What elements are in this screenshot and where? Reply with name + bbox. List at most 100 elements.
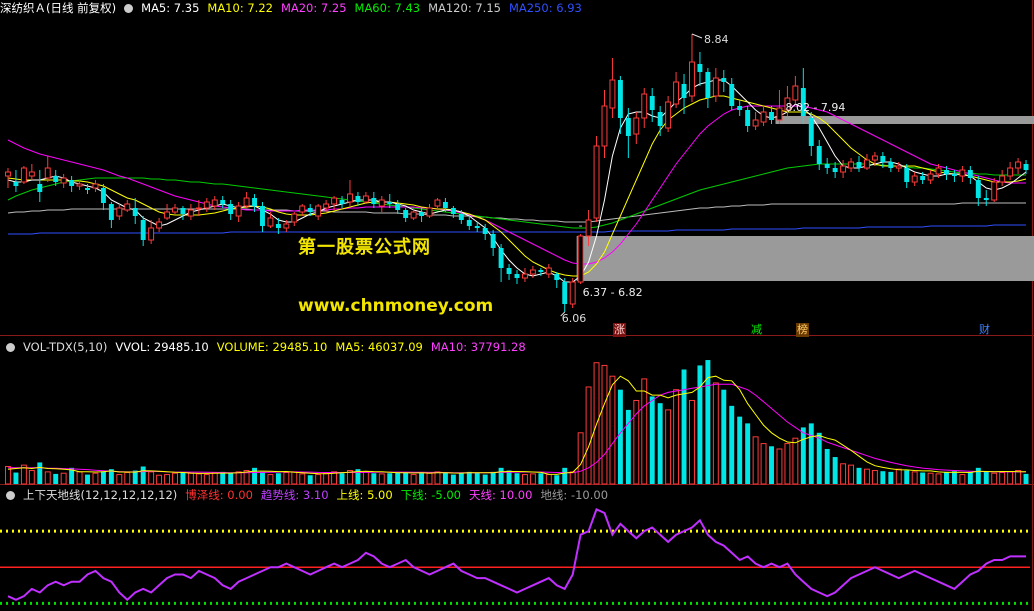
volume-bar[interactable] [856, 467, 862, 484]
volume-bar[interactable] [641, 378, 648, 485]
volume-bar[interactable] [760, 443, 767, 485]
candle-body[interactable] [195, 207, 202, 210]
candle-body[interactable] [832, 168, 838, 172]
candle-body[interactable] [100, 188, 106, 203]
volume-bar[interactable] [681, 369, 687, 484]
candle-body[interactable] [617, 80, 623, 118]
event-zhang[interactable]: 涨 [613, 323, 626, 337]
volume-settings-icon[interactable] [6, 343, 15, 352]
candle-body[interactable] [554, 274, 560, 280]
candle-body[interactable] [252, 198, 258, 206]
candle-body[interactable] [28, 171, 35, 177]
candle-body[interactable] [999, 175, 1006, 183]
candle-body[interactable] [760, 111, 767, 123]
candle-body[interactable] [69, 180, 75, 186]
volume-bar[interactable] [737, 416, 743, 484]
volume-bar[interactable] [967, 471, 973, 484]
candle-body[interactable] [641, 93, 648, 119]
volume-bar[interactable] [800, 427, 806, 484]
candle-body[interactable] [856, 162, 862, 168]
candle-body[interactable] [419, 212, 425, 216]
volume-bar[interactable] [721, 389, 727, 484]
volume-bar[interactable] [466, 471, 472, 484]
volume-bar[interactable] [1007, 471, 1014, 485]
volume-bar[interactable] [195, 473, 202, 485]
candle-body[interactable] [927, 173, 934, 181]
volume-bar[interactable] [156, 474, 163, 485]
candle-body[interactable] [220, 200, 226, 204]
volume-bar[interactable] [315, 474, 322, 485]
volume-bar[interactable] [521, 474, 528, 485]
volume-bar[interactable] [37, 462, 43, 484]
volume-bar[interactable] [824, 448, 830, 484]
candle-body[interactable] [267, 217, 274, 227]
candle-body[interactable] [673, 81, 680, 105]
volume-bar[interactable] [745, 423, 751, 484]
candle-body[interactable] [378, 199, 385, 207]
candle-body[interactable] [1023, 164, 1029, 170]
volume-bar[interactable] [792, 437, 799, 485]
candle-body[interactable] [498, 248, 504, 268]
candle-body[interactable] [983, 198, 989, 200]
candle-body[interactable] [737, 106, 743, 110]
candle-body[interactable] [85, 188, 90, 190]
candle-body[interactable] [967, 170, 973, 178]
candle-body[interactable] [745, 110, 751, 126]
volume-bar[interactable] [975, 467, 981, 484]
candle-body[interactable] [164, 211, 171, 219]
candle-body[interactable] [689, 61, 695, 97]
volume-bar[interactable] [808, 423, 814, 484]
volume-bar[interactable] [529, 473, 536, 485]
candle-body[interactable] [228, 204, 234, 214]
volume-bar[interactable] [911, 471, 918, 485]
candle-body[interactable] [633, 117, 640, 135]
candle-body[interactable] [466, 220, 472, 226]
volume-bar[interactable] [124, 472, 131, 485]
volume-bar[interactable] [1015, 470, 1022, 485]
volume-bar[interactable] [514, 473, 520, 484]
candle-body[interactable] [490, 234, 496, 248]
volume-bar[interactable] [959, 474, 966, 485]
candle-body[interactable] [1007, 167, 1014, 177]
volume-bar[interactable] [291, 471, 298, 485]
volume-bar[interactable] [538, 473, 544, 484]
candle-body[interactable] [180, 208, 186, 214]
candle-body[interactable] [824, 164, 830, 168]
candle-body[interactable] [13, 182, 19, 186]
volume-bar[interactable] [920, 472, 926, 484]
candle-body[interactable] [1015, 161, 1022, 169]
volume-bar[interactable] [863, 468, 870, 485]
volume-bar[interactable] [562, 467, 568, 484]
candle-body[interactable] [657, 112, 663, 126]
volume-bar[interactable] [339, 473, 345, 484]
volume-bar[interactable] [991, 472, 998, 485]
candle-body[interactable] [387, 202, 393, 204]
volume-bar[interactable] [442, 472, 448, 484]
volume-bar[interactable] [148, 471, 155, 485]
candle-body[interactable] [769, 112, 774, 120]
candle-body[interactable] [848, 161, 855, 169]
event-jian[interactable]: 减 [750, 323, 763, 337]
candle-body[interactable] [108, 204, 114, 220]
candle-body[interactable] [116, 207, 123, 217]
candle-body[interactable] [911, 175, 918, 183]
volume-bar[interactable] [601, 364, 608, 485]
indicator-settings-icon[interactable] [6, 491, 15, 500]
candle-body[interactable] [545, 267, 552, 275]
candle-body[interactable] [609, 79, 616, 109]
volume-bar[interactable] [378, 473, 385, 485]
volume-bar[interactable] [419, 473, 425, 484]
volume-bar[interactable] [609, 375, 616, 485]
candle-body[interactable] [426, 207, 433, 217]
candle-body[interactable] [203, 201, 210, 209]
candle-body[interactable] [5, 171, 11, 177]
candle-body[interactable] [410, 211, 417, 219]
candle-body[interactable] [871, 155, 878, 161]
candle-body[interactable] [275, 224, 281, 228]
volume-bar[interactable] [307, 475, 313, 484]
candle-body[interactable] [625, 118, 631, 136]
candle-body[interactable] [60, 177, 67, 184]
volume-bar[interactable] [935, 473, 942, 485]
volume-bar[interactable] [267, 474, 274, 485]
candle-body[interactable] [291, 213, 298, 223]
